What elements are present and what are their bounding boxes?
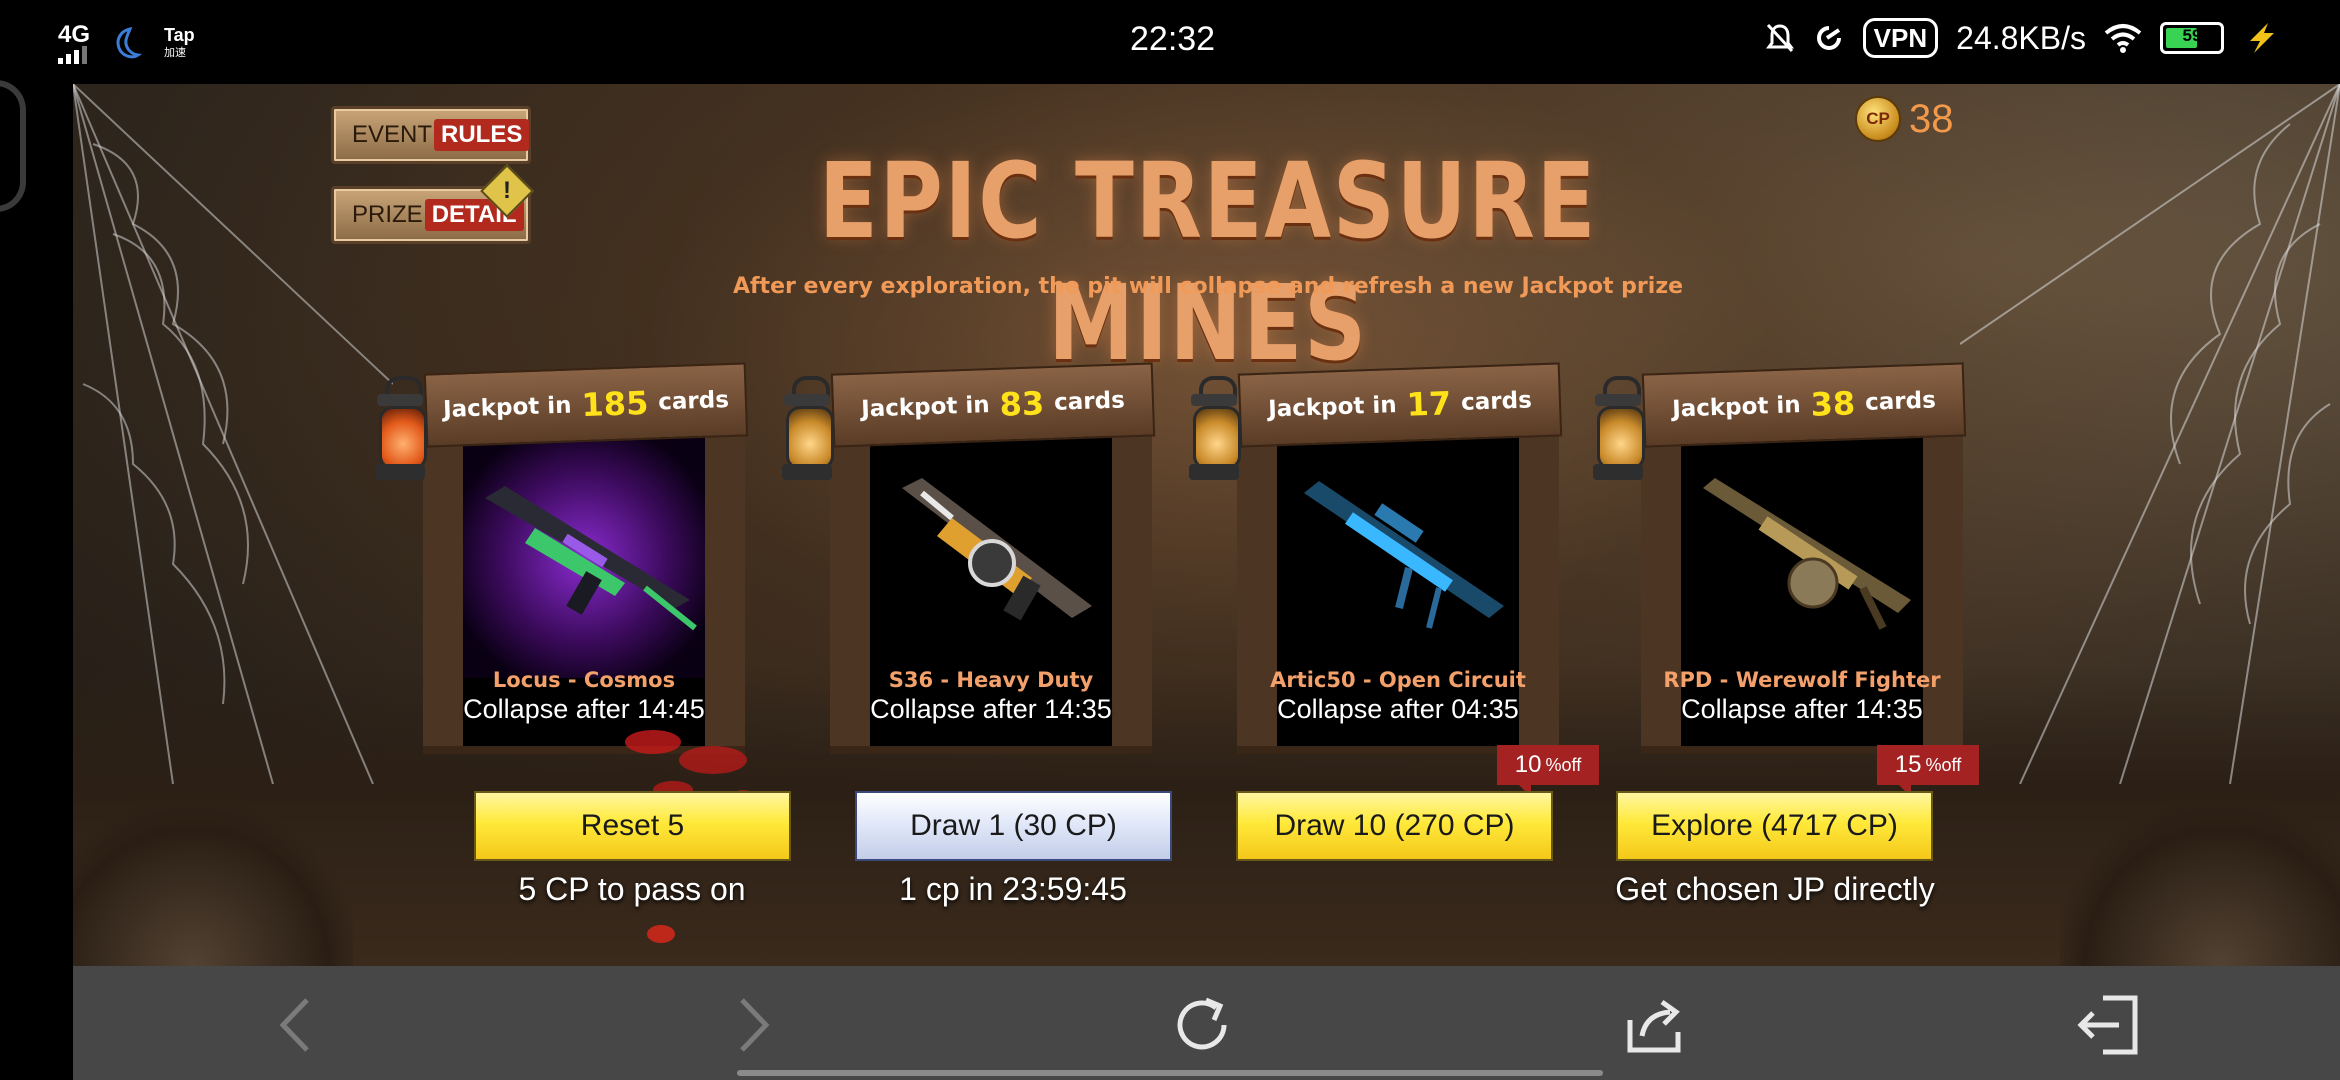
prize-name: RPD - Werewolf Fighter — [1663, 668, 1941, 692]
clock: 22:32 — [1130, 20, 1216, 58]
rock-pile-left — [73, 806, 353, 966]
jackpot-banner: Jackpot in 185 cards — [423, 362, 749, 448]
jackpot-count: 185 — [580, 383, 649, 425]
mine-card[interactable]: Jackpot in 185 cards Locus - Cosmos Coll… — [375, 362, 765, 754]
weapon-s36-heavy-duty — [902, 478, 1092, 621]
jackpot-suffix: cards — [657, 387, 730, 416]
signal-bars-icon — [58, 46, 87, 64]
back-icon[interactable] — [263, 990, 333, 1060]
collapse-timer: Collapse after 04:35 — [1277, 694, 1519, 724]
discount-unit: %off — [1925, 754, 1962, 775]
mine-card[interactable]: Jackpot in 83 cards S36 - Heavy Duty Col… — [782, 362, 1172, 754]
cp-balance: CP 38 — [1855, 96, 1954, 142]
event-rules-button[interactable]: EVENT RULES — [331, 106, 531, 164]
collapse-timer: Collapse after 14:35 — [1681, 694, 1923, 724]
forward-icon[interactable] — [716, 990, 786, 1060]
edge-handle — [0, 80, 26, 212]
jackpot-count: 83 — [999, 384, 1045, 424]
reset-note: 5 CP to pass on — [518, 871, 746, 907]
jackpot-banner: Jackpot in 38 cards — [1641, 362, 1967, 448]
moon-app-icon — [116, 27, 143, 59]
exit-icon[interactable] — [2073, 990, 2143, 1060]
tap-sublabel: 加速 — [164, 47, 187, 59]
tap-label: Tap — [164, 25, 195, 45]
cobweb-right — [1960, 84, 2340, 784]
refresh-icon[interactable] — [1168, 990, 1238, 1060]
prize-name: S36 - Heavy Duty — [888, 668, 1094, 692]
lantern-icon — [772, 376, 842, 496]
mine-card[interactable]: Jackpot in 17 cards Artic50 - Open Circu… — [1189, 362, 1579, 754]
jackpot-banner: Jackpot in 17 cards — [1237, 362, 1563, 448]
status-bar: 4G Tap 加速 22:32 VPN 24.8KB/s 59 — [0, 0, 2340, 84]
charging-bolt-icon — [2250, 23, 2274, 53]
tap-app-icon: Tap 加速 — [164, 26, 195, 62]
browser-toolbar — [73, 966, 2340, 1080]
battery-level: 59 — [2182, 26, 2202, 45]
jackpot-banner: Jackpot in 83 cards — [830, 362, 1156, 448]
page-subtitle: After every exploration, the pit will co… — [732, 274, 1684, 299]
jackpot-count: 17 — [1406, 384, 1452, 424]
jackpot-prefix: Jackpot in — [860, 392, 991, 423]
draw-1-note: 1 cp in 23:59:45 — [899, 871, 1127, 907]
explore-note: Get chosen JP directly — [1615, 871, 1935, 907]
prize-name: Locus - Cosmos — [492, 668, 676, 692]
draw-10-button[interactable]: Draw 10 (270 CP) — [1236, 791, 1553, 861]
network-type: 4G — [58, 21, 91, 48]
rock-pile-right — [2060, 806, 2340, 966]
mute-bell-icon — [1765, 23, 1794, 53]
discount-value: 10 — [1514, 751, 1542, 778]
game-view: EVENT RULES PRIZE DETAIL ! CP 38 EPIC TR… — [73, 84, 2340, 966]
rules-tag: RULES — [434, 119, 530, 151]
jackpot-suffix: cards — [1864, 387, 1937, 416]
draw-1-button[interactable]: Draw 1 (30 CP) — [855, 791, 1172, 861]
lantern-icon — [1583, 376, 1653, 496]
network-speed: 24.8KB/s — [1956, 19, 2086, 56]
discount-unit: %off — [1545, 754, 1582, 775]
signal-indicator: 4G — [58, 21, 91, 64]
lantern-icon — [1179, 376, 1249, 496]
jackpot-suffix: cards — [1053, 387, 1126, 416]
sync-icon — [1816, 26, 1841, 50]
weapon-artic50-open-circuit — [1304, 481, 1504, 629]
battery-icon: 59 — [2160, 22, 2224, 54]
prize-name: Artic50 - Open Circuit — [1270, 668, 1526, 692]
cp-coin-icon: CP — [1855, 96, 1901, 142]
page-title: EPIC TREASURE MINES — [818, 140, 1598, 384]
jackpot-suffix: cards — [1460, 387, 1533, 416]
jackpot-prefix: Jackpot in — [1671, 392, 1802, 423]
wifi-icon — [2104, 24, 2142, 53]
vpn-badge: VPN — [1862, 18, 1939, 58]
weapon-rpd-werewolf-fighter — [1703, 478, 1911, 630]
weapon-locus-cosmos — [485, 486, 697, 631]
jackpot-prefix: Jackpot in — [442, 392, 573, 423]
home-indicator[interactable] — [737, 1070, 1603, 1076]
jackpot-count: 38 — [1810, 384, 1856, 424]
share-icon[interactable] — [1620, 990, 1690, 1060]
prize-label: PRIZE — [352, 201, 423, 228]
cp-balance-value: 38 — [1909, 96, 1954, 141]
lantern-icon — [365, 376, 435, 496]
event-label: EVENT — [352, 121, 433, 148]
explore-button[interactable]: Explore (4717 CP) — [1616, 791, 1933, 861]
discount-value: 15 — [1894, 751, 1922, 778]
discount-badge: 10 %off — [1497, 745, 1599, 797]
mine-card[interactable]: Jackpot in 38 cards RPD - Werewolf Fight… — [1593, 362, 1983, 754]
discount-badge: 15 %off — [1877, 745, 1979, 797]
collapse-timer: Collapse after 14:35 — [870, 694, 1112, 724]
reset-button[interactable]: Reset 5 — [474, 791, 791, 861]
jackpot-prefix: Jackpot in — [1267, 392, 1398, 423]
